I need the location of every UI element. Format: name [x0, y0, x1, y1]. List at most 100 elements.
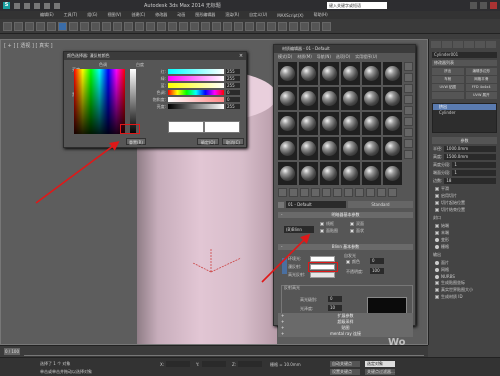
- sample-slot[interactable]: [362, 162, 381, 185]
- sample-slot[interactable]: [320, 87, 339, 110]
- sample-slot[interactable]: [278, 112, 297, 135]
- modifier-stack[interactable]: 挤出 Cylinder: [432, 103, 497, 133]
- checkbox-box[interactable]: [435, 231, 439, 235]
- app-logo-icon[interactable]: S: [3, 2, 10, 9]
- material-name-field[interactable]: 01 - Default: [286, 201, 346, 208]
- menu-item[interactable]: 自定义(U): [249, 12, 267, 18]
- modifier-list-dropdown[interactable]: 修改器列表: [432, 60, 497, 66]
- radio-dot[interactable]: [435, 274, 439, 279]
- align-icon[interactable]: [234, 21, 243, 31]
- channel-value[interactable]: 255: [226, 76, 240, 81]
- shader-rollout-header[interactable]: 明暗器基本参数: [278, 212, 413, 218]
- z-coord-field[interactable]: [238, 361, 262, 367]
- menu-item[interactable]: 组(G): [87, 12, 97, 18]
- sample-slot[interactable]: [299, 137, 318, 160]
- channel-slider[interactable]: [168, 76, 224, 81]
- menu-item[interactable]: 帮助(H): [314, 12, 328, 18]
- y-coord-field[interactable]: [202, 361, 226, 367]
- unlink-icon[interactable]: [36, 21, 45, 31]
- get-material-icon[interactable]: [278, 188, 287, 197]
- render-production-icon[interactable]: [322, 21, 331, 31]
- window-crossing-icon[interactable]: [91, 21, 100, 31]
- gen-mat-id-checkbox[interactable]: 生成材质 ID: [435, 294, 494, 300]
- auto-key-button[interactable]: 自动关键点: [330, 361, 360, 367]
- material-menu-item[interactable]: 实用程序(U): [355, 54, 377, 60]
- material-menu-item[interactable]: 导航(N): [317, 54, 331, 60]
- modifier-button[interactable]: UVW 展开: [465, 92, 497, 99]
- menu-item[interactable]: 工具(T): [64, 12, 78, 18]
- sample-slot[interactable]: [383, 137, 402, 160]
- hierarchy-tab-icon[interactable]: [453, 41, 463, 48]
- sample-slot[interactable]: [341, 87, 360, 110]
- radio-dot[interactable]: [435, 238, 439, 242]
- checkbox-box[interactable]: [435, 187, 439, 191]
- make-preview-icon[interactable]: [404, 117, 413, 126]
- uv-tiling-icon[interactable]: [404, 95, 413, 104]
- channel-value[interactable]: 255: [226, 69, 240, 74]
- modifier-button[interactable]: 网格平滑: [465, 76, 497, 83]
- glossiness-value[interactable]: 10: [328, 305, 342, 311]
- modifier-button[interactable]: UVW 贴图: [432, 84, 464, 91]
- modifier-button[interactable]: 车削: [432, 76, 464, 83]
- material-editor-title[interactable]: 材质编辑器 - 01 - Default: [274, 45, 415, 53]
- modifier-button[interactable]: FFD 4x4x4: [465, 84, 497, 91]
- layer-manager-icon[interactable]: [245, 21, 254, 31]
- param-checkbox[interactable]: 启用切片: [435, 193, 494, 199]
- material-editor-icon[interactable]: [289, 21, 298, 31]
- output-radio[interactable]: 面片: [435, 260, 494, 266]
- sample-slot[interactable]: [299, 87, 318, 110]
- material-type-button[interactable]: Standard: [348, 201, 413, 208]
- sample-slot[interactable]: [383, 162, 402, 185]
- make-unique-icon[interactable]: [322, 188, 331, 197]
- lock-ambient-diffuse-icon[interactable]: [282, 258, 287, 274]
- sample-slot[interactable]: [320, 112, 339, 135]
- gen-map-coords-checkbox[interactable]: 生成贴图坐标: [435, 280, 494, 286]
- reference-coord-icon[interactable]: [135, 21, 144, 31]
- checkbox-box[interactable]: [435, 208, 439, 212]
- menu-item[interactable]: MAXScript(X): [277, 13, 303, 18]
- close-icon[interactable]: [490, 2, 497, 9]
- create-tab-icon[interactable]: [431, 41, 441, 48]
- select-manipulate-icon[interactable]: [157, 21, 166, 31]
- checkbox-box[interactable]: [435, 201, 439, 205]
- modifier-button[interactable]: 挤出: [432, 68, 464, 75]
- channel-slider[interactable]: [168, 104, 224, 109]
- sample-slot[interactable]: [320, 137, 339, 160]
- sample-slot[interactable]: [278, 137, 297, 160]
- cap-radio[interactable]: 变形: [435, 237, 494, 243]
- sample-slot[interactable]: [362, 112, 381, 135]
- render-setup-icon[interactable]: [300, 21, 309, 31]
- options-icon[interactable]: [404, 128, 413, 137]
- channel-value[interactable]: 255: [226, 83, 240, 88]
- ok-button[interactable]: 确定(O): [197, 138, 219, 145]
- params-rollout-header[interactable]: 参数: [432, 137, 497, 144]
- new-file-icon[interactable]: [14, 2, 20, 9]
- radio-dot[interactable]: [435, 261, 439, 265]
- sample-slot[interactable]: [320, 62, 339, 85]
- sample-slot[interactable]: [341, 112, 360, 135]
- filter-dropdown[interactable]: 选定对象: [365, 361, 395, 367]
- material-id-icon[interactable]: [344, 188, 353, 197]
- param-checkbox[interactable]: 平滑: [435, 186, 494, 192]
- video-color-check-icon[interactable]: [404, 106, 413, 115]
- link-icon[interactable]: [25, 21, 34, 31]
- open-file-icon[interactable]: [24, 2, 30, 9]
- select-by-name-icon[interactable]: [69, 21, 78, 31]
- channel-slider[interactable]: [168, 97, 224, 102]
- help-search-input[interactable]: 键入关键字或短语: [327, 2, 387, 9]
- channel-value[interactable]: 255: [226, 104, 240, 109]
- blinn-rollout-header[interactable]: Blinn 基本参数: [278, 244, 413, 250]
- self-illum-color-checkbox[interactable]: 颜色: [346, 259, 360, 265]
- move-icon[interactable]: [102, 21, 111, 31]
- sample-slot[interactable]: [341, 162, 360, 185]
- channel-slider[interactable]: [168, 69, 224, 74]
- sample-slot[interactable]: [341, 137, 360, 160]
- redo-icon[interactable]: [54, 2, 60, 9]
- go-forward-sibling-icon[interactable]: [388, 188, 397, 197]
- eyedropper-icon[interactable]: [278, 201, 284, 208]
- faceted-checkbox[interactable]: 面状: [350, 228, 364, 234]
- channel-value[interactable]: 0: [226, 90, 240, 95]
- maximize-icon[interactable]: [480, 2, 487, 9]
- self-illum-value[interactable]: 0: [370, 258, 384, 264]
- real-world-map-checkbox[interactable]: 真实世界贴图大小: [435, 287, 494, 293]
